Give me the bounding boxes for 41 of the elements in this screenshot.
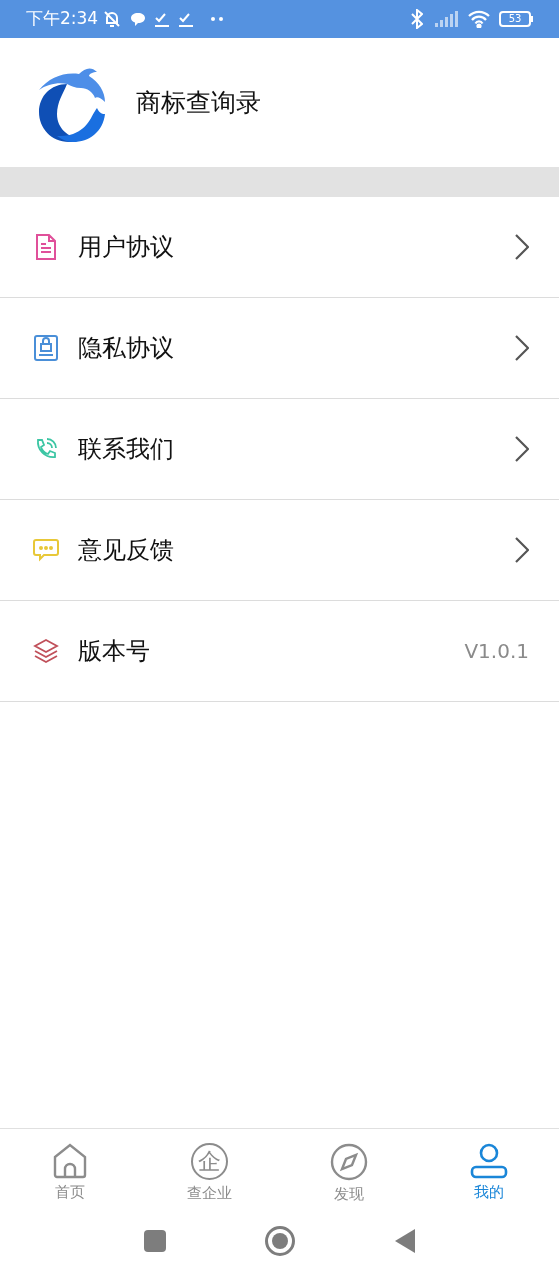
menu-label: 隐私协议: [78, 333, 175, 364]
chat-bubble-icon: [130, 11, 147, 27]
battery-icon: 53: [499, 11, 533, 27]
signal-icon: [435, 11, 459, 27]
chevron-right-icon: [515, 436, 529, 462]
tab[interactable]: 企 查企业: [139, 1129, 280, 1210]
recents-button[interactable]: [143, 1230, 166, 1252]
menu-label: 意见反馈: [78, 535, 175, 566]
check-icon: [154, 11, 171, 27]
status-time: 下午2:34: [26, 7, 99, 31]
layers-icon: [33, 638, 59, 664]
menu-item[interactable]: 用户协议: [0, 197, 559, 298]
menu-item[interactable]: 版本号 V1.0.1: [0, 601, 559, 702]
chevron-right-icon: [515, 537, 529, 563]
home-icon: [51, 1143, 88, 1179]
bluetooth-icon: [411, 9, 423, 29]
home-button[interactable]: [263, 1225, 296, 1257]
menu-label: 用户协议: [78, 232, 175, 263]
phone-icon: [34, 437, 58, 461]
wifi-icon: [467, 10, 491, 28]
menu-label: 版本号: [78, 636, 151, 667]
tab[interactable]: 首页: [0, 1129, 140, 1210]
tab[interactable]: 发现: [279, 1129, 420, 1210]
app-name: 商标查询录: [136, 86, 261, 119]
padlock-document-icon: [34, 335, 58, 361]
person-icon: [470, 1143, 509, 1179]
chevron-right-icon: [515, 234, 529, 260]
check-icon: [178, 11, 195, 27]
menu-label: 联系我们: [78, 434, 175, 465]
back-button[interactable]: [393, 1228, 416, 1254]
document-icon: [35, 234, 57, 260]
chat-bubble-icon: [33, 538, 59, 562]
menu-item[interactable]: 联系我们: [0, 399, 559, 500]
tab[interactable]: 我的: [419, 1129, 559, 1210]
menu-item[interactable]: 隐私协议: [0, 298, 559, 399]
more-dots-icon: [210, 16, 225, 22]
version-number: V1.0.1: [464, 638, 529, 665]
menu-item[interactable]: 意见反馈: [0, 500, 559, 601]
chevron-right-icon: [515, 335, 529, 361]
compass-icon: [330, 1143, 369, 1181]
enterprise-icon: 企: [191, 1143, 229, 1180]
